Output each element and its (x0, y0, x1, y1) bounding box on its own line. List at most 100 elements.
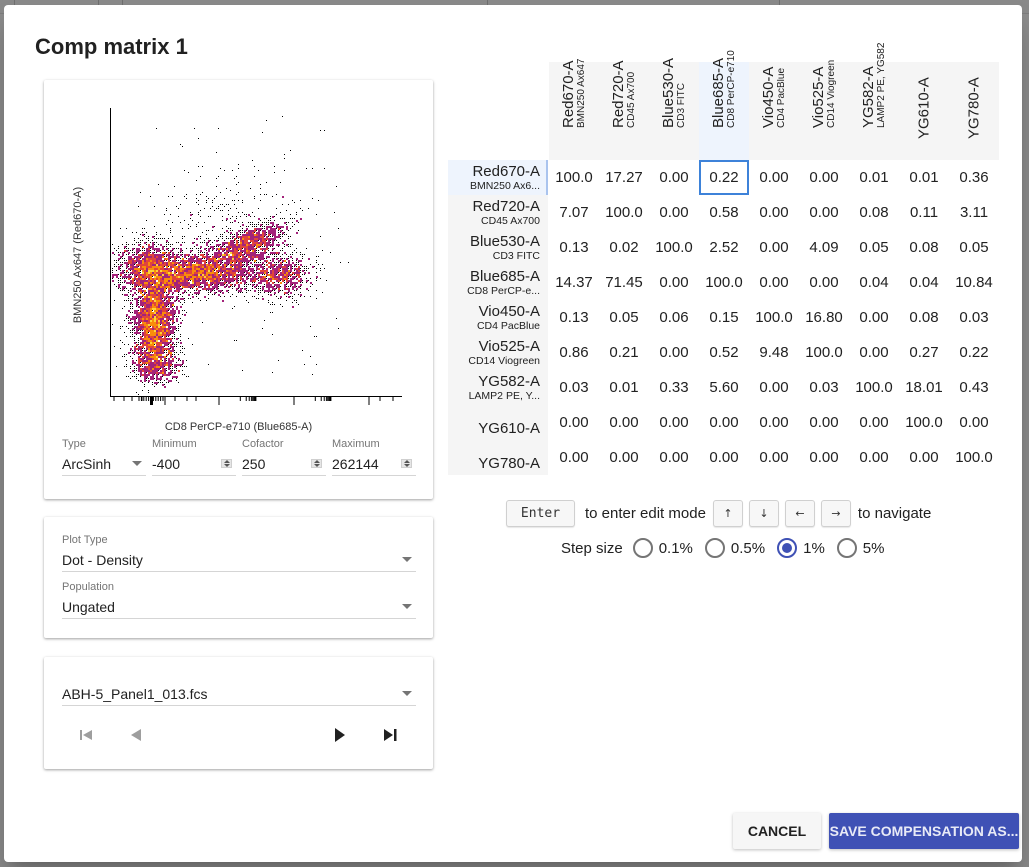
row-header[interactable]: Blue530-A CD3 FITC (448, 230, 548, 265)
cancel-button[interactable]: CANCEL (733, 813, 821, 849)
matrix-cell[interactable]: 0.05 (599, 300, 649, 335)
matrix-cell[interactable]: 0.43 (949, 370, 999, 405)
step-radio-0.1[interactable] (632, 538, 653, 558)
matrix-cell[interactable]: 0.00 (799, 195, 849, 230)
matrix-cell[interactable]: 0.21 (599, 335, 649, 370)
matrix-cell[interactable]: 0.03 (949, 300, 999, 335)
column-header[interactable]: Red670-A BMN250 Ax647 (549, 59, 599, 160)
matrix-cell[interactable]: 0.11 (899, 195, 949, 230)
matrix-cell[interactable]: 0.00 (949, 405, 999, 440)
column-header[interactable]: YG780-A (949, 62, 999, 160)
matrix-cell[interactable]: 0.58 (699, 195, 749, 230)
matrix-cell[interactable]: 0.15 (699, 300, 749, 335)
previous-file-button[interactable] (124, 723, 148, 747)
matrix-cell[interactable]: 100.0 (799, 335, 849, 370)
matrix-cell[interactable]: 0.04 (849, 265, 899, 300)
matrix-cell[interactable]: 0.00 (749, 195, 799, 230)
matrix-cell[interactable]: 0.22 (699, 160, 749, 195)
matrix-cell[interactable]: 0.01 (849, 160, 899, 195)
matrix-cell[interactable]: 9.48 (749, 335, 799, 370)
matrix-cell[interactable]: 0.02 (599, 230, 649, 265)
matrix-cell[interactable]: 0.03 (549, 370, 599, 405)
matrix-cell[interactable]: 0.33 (649, 370, 699, 405)
plot-type-select[interactable]: Dot - Density (62, 548, 416, 572)
matrix-cell[interactable]: 5.60 (699, 370, 749, 405)
row-header[interactable]: Red720-A CD45 Ax700 (448, 195, 548, 230)
matrix-cell[interactable]: 0.00 (749, 230, 799, 265)
matrix-cell[interactable]: 0.00 (649, 265, 699, 300)
density-plot[interactable] (110, 106, 404, 406)
matrix-cell[interactable]: 0.05 (849, 230, 899, 265)
matrix-cell[interactable]: 0.03 (799, 370, 849, 405)
matrix-cell[interactable]: 0.13 (549, 230, 599, 265)
matrix-cell[interactable]: 3.11 (949, 195, 999, 230)
matrix-cell[interactable]: 0.00 (849, 440, 899, 475)
matrix-cell[interactable]: 0.00 (599, 405, 649, 440)
matrix-cell[interactable]: 0.06 (649, 300, 699, 335)
matrix-cell[interactable]: 16.80 (799, 300, 849, 335)
column-header[interactable]: YG610-A (899, 62, 949, 160)
row-header[interactable]: Vio525-A CD14 Viogreen (448, 335, 548, 370)
matrix-cell[interactable]: 0.08 (899, 300, 949, 335)
next-file-button[interactable] (328, 723, 352, 747)
matrix-cell[interactable]: 10.84 (949, 265, 999, 300)
spinner-icon[interactable] (311, 459, 322, 468)
matrix-cell[interactable]: 100.0 (649, 230, 699, 265)
matrix-cell[interactable]: 7.07 (549, 195, 599, 230)
row-header[interactable]: YG610-A (448, 405, 548, 440)
matrix-cell[interactable]: 0.00 (749, 160, 799, 195)
matrix-cell[interactable]: 0.00 (899, 440, 949, 475)
matrix-cell[interactable]: 0.00 (599, 440, 649, 475)
matrix-cell[interactable]: 18.01 (899, 370, 949, 405)
file-select[interactable]: ABH-5_Panel1_013.fcs (62, 682, 416, 706)
matrix-cell[interactable]: 0.27 (899, 335, 949, 370)
column-header[interactable]: Blue530-A CD3 FITC (649, 58, 699, 160)
matrix-cell[interactable]: 0.08 (849, 195, 899, 230)
matrix-cell[interactable]: 0.00 (849, 405, 899, 440)
matrix-cell[interactable]: 0.00 (799, 440, 849, 475)
save-compensation-button[interactable]: SAVE COMPENSATION AS... (829, 813, 1019, 849)
scale-type-select[interactable]: ArcSinh (62, 452, 146, 476)
row-header[interactable]: Blue685-A CD8 PerCP-e... (448, 265, 548, 300)
matrix-cell[interactable]: 14.37 (549, 265, 599, 300)
matrix-cell[interactable]: 0.00 (549, 440, 599, 475)
matrix-cell[interactable]: 0.01 (599, 370, 649, 405)
matrix-cell[interactable]: 0.00 (749, 370, 799, 405)
matrix-cell[interactable]: 100.0 (949, 440, 999, 475)
matrix-cell[interactable]: 4.09 (799, 230, 849, 265)
matrix-cell[interactable]: 0.00 (649, 405, 699, 440)
first-file-button[interactable] (74, 723, 98, 747)
row-header[interactable]: Vio450-A CD4 PacBlue (448, 300, 548, 335)
matrix-cell[interactable]: 0.04 (899, 265, 949, 300)
spinner-icon[interactable] (401, 459, 412, 468)
row-header[interactable]: Red670-A BMN250 Ax6... (448, 160, 548, 195)
matrix-cell[interactable]: 0.00 (749, 405, 799, 440)
matrix-cell[interactable]: 0.00 (799, 160, 849, 195)
matrix-cell[interactable]: 0.00 (699, 405, 749, 440)
matrix-cell[interactable]: 0.00 (649, 195, 699, 230)
row-header[interactable]: YG780-A (448, 440, 548, 475)
matrix-cell[interactable]: 100.0 (549, 160, 599, 195)
matrix-cell[interactable]: 2.52 (699, 230, 749, 265)
column-header[interactable]: YG582-A LAMP2 PE, YG582 (849, 43, 899, 160)
matrix-cell[interactable]: 100.0 (849, 370, 899, 405)
matrix-cell[interactable]: 0.00 (849, 335, 899, 370)
column-header[interactable]: Blue685-A CD8 PerCP-e710 (699, 50, 749, 160)
step-radio-5[interactable] (836, 538, 857, 558)
maximum-input[interactable]: 262144 (332, 452, 416, 476)
last-file-button[interactable] (378, 723, 402, 747)
matrix-cell[interactable]: 0.13 (549, 300, 599, 335)
matrix-cell[interactable]: 71.45 (599, 265, 649, 300)
step-radio-1[interactable] (777, 538, 798, 558)
matrix-cell[interactable]: 0.00 (549, 405, 599, 440)
matrix-cell[interactable]: 100.0 (699, 265, 749, 300)
column-header[interactable]: Vio450-A CD4 PacBlue (749, 62, 799, 160)
matrix-cell[interactable]: 0.00 (649, 160, 699, 195)
row-header[interactable]: YG582-A LAMP2 PE, Y... (448, 370, 548, 405)
matrix-cell[interactable]: 100.0 (899, 405, 949, 440)
matrix-cell[interactable]: 0.86 (549, 335, 599, 370)
matrix-cell[interactable]: 0.05 (949, 230, 999, 265)
population-select[interactable]: Ungated (62, 595, 416, 619)
matrix-cell[interactable]: 0.00 (699, 440, 749, 475)
matrix-cell[interactable]: 0.22 (949, 335, 999, 370)
